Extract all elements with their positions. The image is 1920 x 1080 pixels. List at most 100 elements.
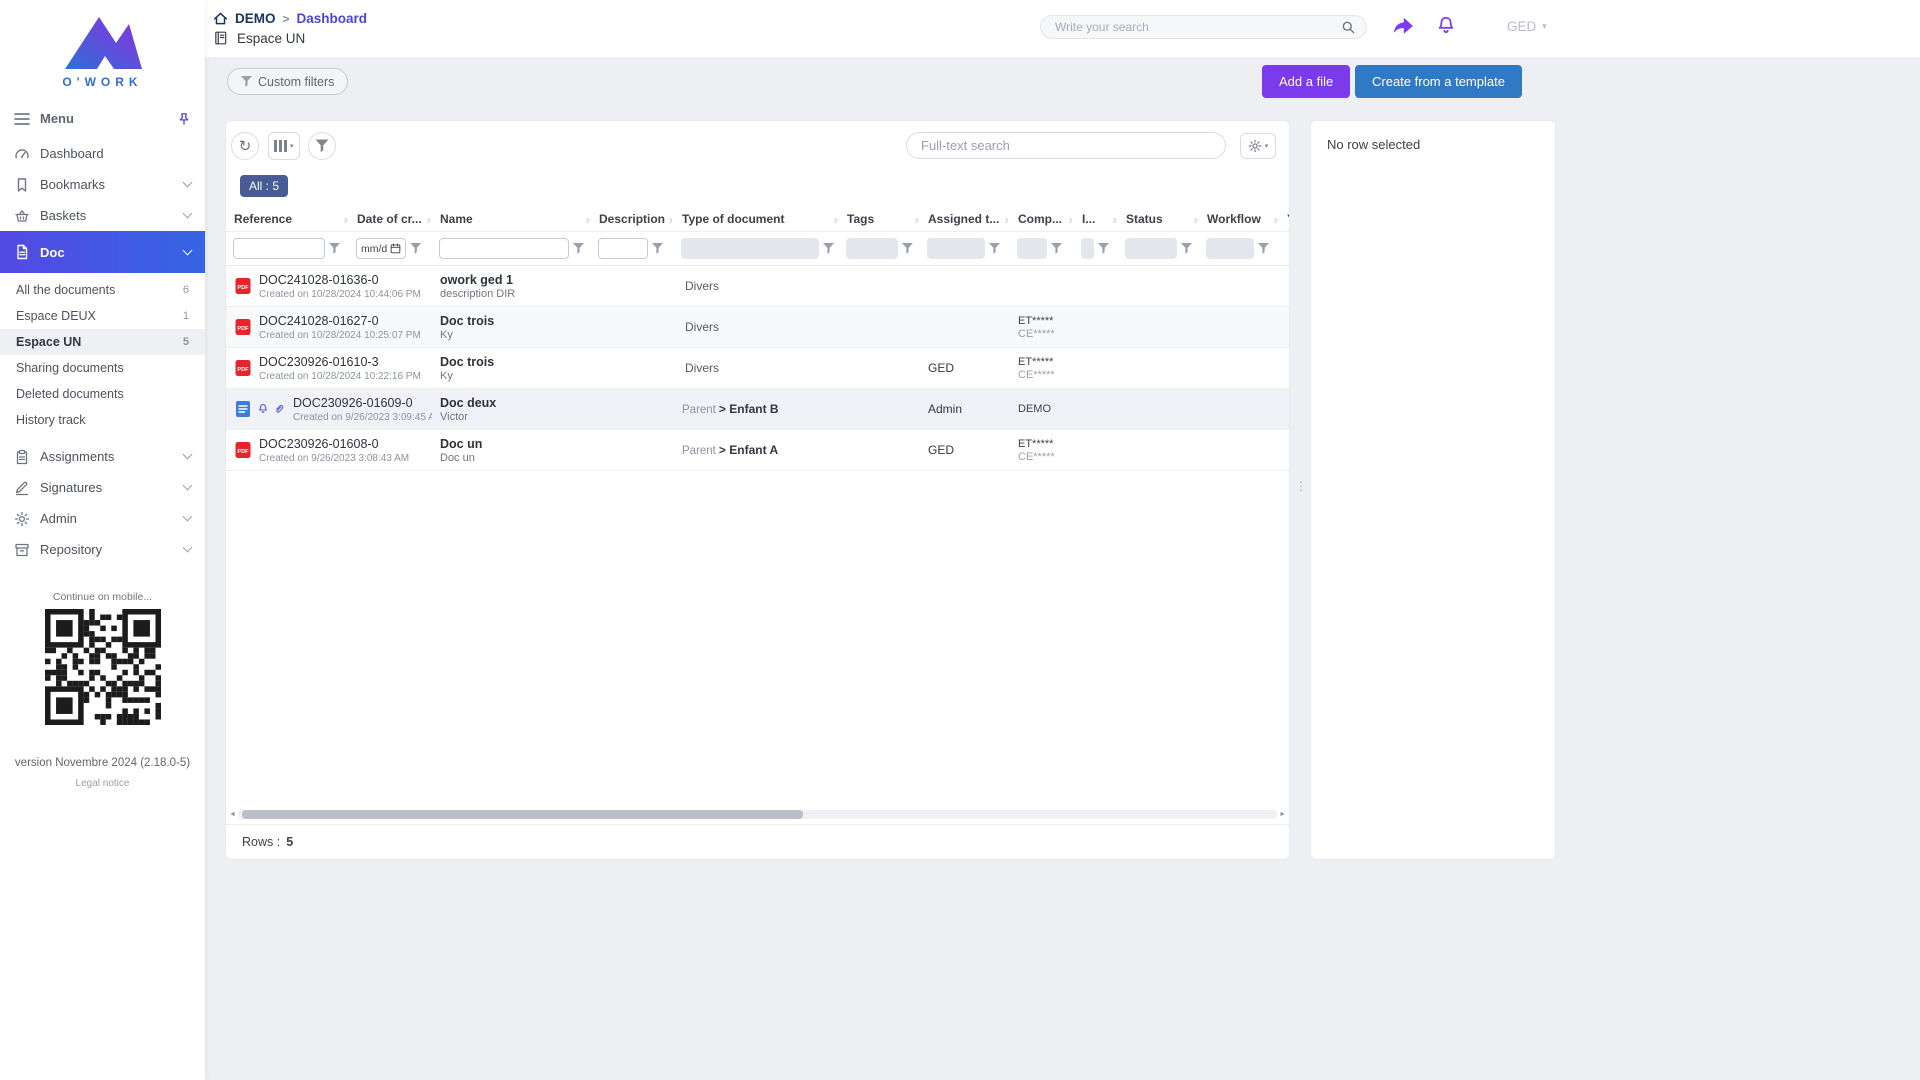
scroll-left-icon[interactable]: ◄ — [229, 811, 236, 818]
column-header-reference[interactable]: Reference› — [226, 212, 349, 226]
sidebar-item-history-track[interactable]: History track — [0, 407, 205, 433]
app-logo: O'WORK — [0, 0, 205, 93]
refresh-button[interactable]: ↻ — [231, 132, 259, 160]
calendar-icon — [390, 243, 401, 254]
breadcrumb-root[interactable]: DEMO — [235, 11, 276, 26]
sidebar-item-bookmarks[interactable]: Bookmarks — [0, 169, 205, 200]
sidebar-item-doc[interactable]: Doc — [0, 231, 205, 273]
column-header-status[interactable]: Status› — [1118, 212, 1199, 226]
sidebar-item-sharing-documents[interactable]: Sharing documents — [0, 355, 205, 381]
sort-arrow-icon[interactable]: › — [1069, 212, 1073, 226]
column-header-clipped[interactable]: Y... — [1279, 212, 1290, 226]
sidebar-item-admin[interactable]: Admin — [0, 503, 205, 534]
add-file-button[interactable]: Add a file — [1262, 65, 1350, 98]
hamburger-menu-icon[interactable] — [14, 112, 30, 126]
version-block: version Novembre 2024 (2.18.0-5) Legal n… — [0, 757, 205, 789]
sidebar-item-deleted-documents[interactable]: Deleted documents — [0, 381, 205, 407]
column-header-company[interactable]: Comp...› — [1010, 212, 1074, 226]
space-title: Espace UN — [237, 31, 305, 46]
cell-company: ET*****CE***** — [1010, 438, 1074, 463]
pin-sidebar-icon[interactable] — [177, 112, 191, 126]
sort-arrow-icon[interactable]: › — [586, 212, 590, 226]
cell-company: DEMO — [1010, 403, 1074, 416]
filter-input-reference[interactable] — [233, 238, 325, 259]
column-header-type[interactable]: Type of document› — [674, 212, 839, 226]
sort-arrow-icon[interactable]: › — [915, 212, 919, 226]
document-subtitle: Doc un — [440, 452, 583, 464]
scroll-right-icon[interactable]: ► — [1279, 811, 1286, 818]
filter-funnel-icon[interactable] — [989, 243, 1000, 255]
table-filter-button[interactable] — [308, 132, 336, 160]
filter-funnel-icon[interactable] — [1181, 243, 1192, 255]
sidebar-item-all-documents[interactable]: All the documents 6 — [0, 277, 205, 303]
pdf-file-icon: PDF — [234, 359, 252, 377]
filter-chip-all[interactable]: All : 5 — [240, 175, 288, 197]
filter-funnel-icon[interactable] — [410, 243, 421, 255]
cell-assigned-to: GED — [920, 361, 1010, 375]
column-header-assigned[interactable]: Assigned t...› — [920, 212, 1010, 226]
sidebar-item-baskets[interactable]: Baskets — [0, 200, 205, 231]
table-row[interactable]: DOC230926-01609-0 Created on 9/26/2023 3… — [226, 389, 1289, 430]
filter-input-date[interactable]: mm/d — [356, 238, 406, 259]
filter-funnel-icon[interactable] — [573, 243, 584, 255]
table-row[interactable]: PDF DOC241028-01627-0 Created on 10/28/2… — [226, 307, 1289, 348]
table-settings-button[interactable]: ▾ — [1240, 133, 1276, 159]
table-row[interactable]: PDF DOC230926-01608-0 Created on 9/26/20… — [226, 430, 1289, 471]
legal-notice-link[interactable]: Legal notice — [0, 778, 205, 789]
column-header-workflow[interactable]: Workflow› — [1199, 212, 1279, 226]
global-search-input[interactable] — [1041, 20, 1341, 34]
filter-funnel-icon[interactable] — [1098, 243, 1109, 255]
create-template-button[interactable]: Create from a template — [1355, 65, 1522, 98]
filter-funnel-icon[interactable] — [329, 243, 340, 255]
search-icon[interactable] — [1341, 20, 1366, 35]
scrollbar-track[interactable] — [238, 810, 1277, 819]
column-header-tags[interactable]: Tags› — [839, 212, 920, 226]
sidebar-item-dashboard[interactable]: Dashboard — [0, 138, 205, 169]
sidebar-item-espace-un[interactable]: Espace UN 5 — [0, 329, 205, 355]
sidebar-item-signatures[interactable]: Signatures — [0, 472, 205, 503]
sidebar-item-assignments[interactable]: Assignments — [0, 441, 205, 472]
filter-funnel-icon[interactable] — [1051, 243, 1062, 255]
column-header-date[interactable]: Date of cr...› — [349, 212, 432, 226]
sort-arrow-icon[interactable]: › — [1274, 212, 1278, 226]
column-header-i[interactable]: I...› — [1074, 212, 1118, 226]
document-subtitle: Ky — [440, 370, 583, 382]
mobile-section: Continue on mobile... — [0, 591, 205, 731]
filter-funnel-icon[interactable] — [652, 243, 663, 255]
breadcrumb-current[interactable]: Dashboard — [297, 11, 368, 26]
sidebar-item-repository[interactable]: Repository — [0, 534, 205, 565]
sort-arrow-icon[interactable]: › — [834, 212, 838, 226]
sort-arrow-icon[interactable]: › — [344, 212, 348, 226]
actions-row: Custom filters Add a file Create from a … — [205, 57, 1920, 107]
sort-arrow-icon[interactable]: › — [1005, 212, 1009, 226]
fulltext-search-input[interactable] — [907, 138, 1225, 153]
count-badge: 6 — [183, 284, 189, 296]
detail-panel: No row selected — [1310, 120, 1556, 860]
profile-menu[interactable]: GED ▾ — [1507, 19, 1547, 34]
sort-arrow-icon[interactable]: › — [669, 212, 673, 226]
share-button[interactable] — [1391, 15, 1415, 37]
sort-arrow-icon[interactable]: › — [427, 212, 431, 226]
columns-icon — [274, 140, 287, 152]
count-badge: 5 — [183, 336, 189, 348]
column-header-description[interactable]: Description› — [591, 212, 674, 226]
sort-arrow-icon[interactable]: › — [1113, 212, 1117, 226]
table-row[interactable]: PDF DOC230926-01610-3 Created on 10/28/2… — [226, 348, 1289, 389]
home-icon[interactable] — [213, 11, 228, 26]
table-row[interactable]: PDF DOC241028-01636-0 Created on 10/28/2… — [226, 266, 1289, 307]
notifications-button[interactable] — [1435, 15, 1457, 37]
chevron-down-icon — [183, 450, 193, 460]
breadcrumb: DEMO > Dashboard — [213, 11, 367, 26]
scrollbar-thumb[interactable] — [242, 810, 803, 819]
sort-arrow-icon[interactable]: › — [1194, 212, 1198, 226]
custom-filters-button[interactable]: Custom filters — [227, 68, 348, 95]
filter-funnel-icon[interactable] — [1258, 243, 1269, 255]
filter-input-description[interactable] — [598, 238, 648, 259]
filter-funnel-icon[interactable] — [902, 243, 913, 255]
column-chooser-button[interactable]: ▾ — [268, 132, 300, 160]
filter-input-name[interactable] — [439, 238, 569, 259]
sidebar-item-espace-deux[interactable]: Espace DEUX 1 — [0, 303, 205, 329]
horizontal-scrollbar[interactable]: ◄ ► — [229, 808, 1286, 820]
column-header-name[interactable]: Name› — [432, 212, 591, 226]
filter-funnel-icon[interactable] — [823, 243, 834, 255]
